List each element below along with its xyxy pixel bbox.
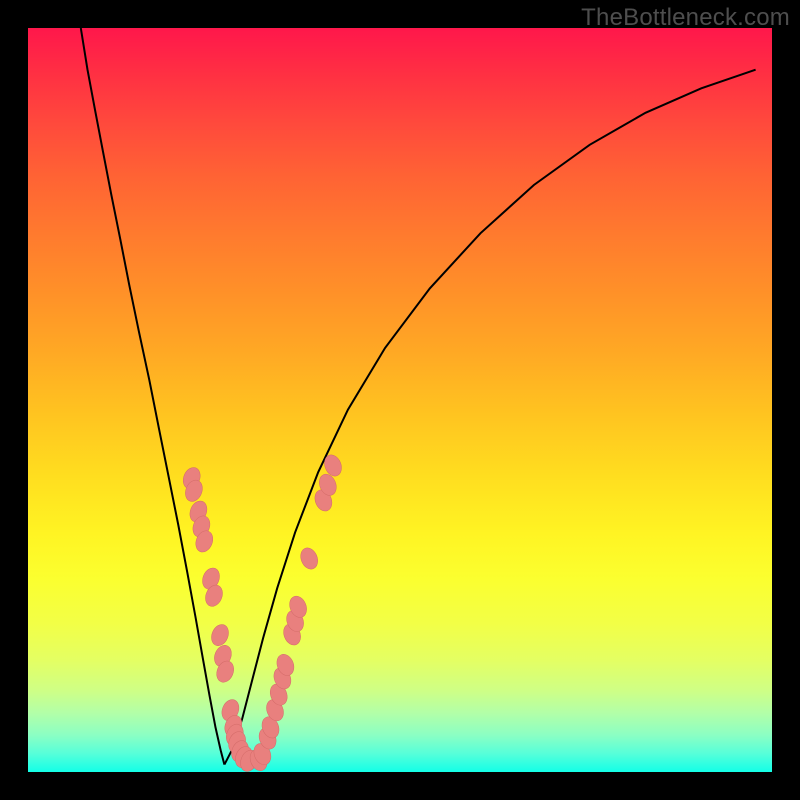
data-markers: [180, 452, 344, 774]
chart-svg: [28, 28, 772, 772]
curve-right-branch: [224, 70, 755, 765]
chart-stage: TheBottleneck.com: [0, 0, 800, 800]
watermark-text: TheBottleneck.com: [581, 4, 790, 32]
bottleneck-curves: [81, 28, 756, 765]
marker-7: [208, 622, 231, 648]
marker-28: [298, 545, 321, 571]
curve-left-branch: [81, 28, 225, 765]
